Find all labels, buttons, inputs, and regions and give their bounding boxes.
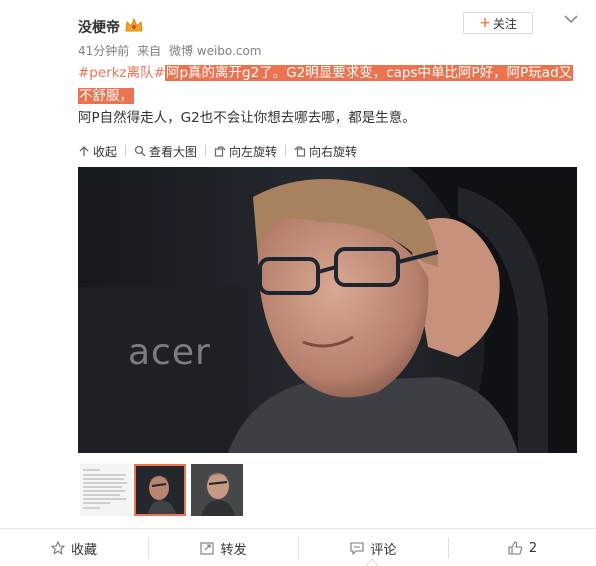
acer-watermark: acer <box>128 332 211 373</box>
plus-icon: + <box>479 15 491 31</box>
portrait-thumb <box>191 464 243 516</box>
portrait-thumb <box>136 466 184 514</box>
thumbnail-3[interactable] <box>191 464 243 516</box>
rotate-right-icon <box>294 146 306 157</box>
thumbnail-1[interactable] <box>80 464 132 516</box>
search-icon <box>134 145 146 157</box>
toolbar-divider <box>205 145 207 157</box>
star-icon <box>50 541 65 555</box>
post-source[interactable]: 微博 weibo.com <box>169 44 262 58</box>
rotate-right-label: 向右旋转 <box>309 144 358 159</box>
text-screenshot-thumb <box>80 464 132 516</box>
author-name[interactable]: 没梗帝 <box>78 17 120 37</box>
rotate-left-label: 向左旋转 <box>229 144 278 159</box>
forward-button[interactable]: 转发 <box>149 530 298 566</box>
chevron-down-icon[interactable] <box>563 12 579 26</box>
comment-label: 评论 <box>370 542 397 558</box>
collapse-icon <box>79 146 89 156</box>
collapse-button[interactable]: 收起 <box>78 143 117 160</box>
toolbar-divider <box>125 145 127 157</box>
follow-label: 关注 <box>492 16 517 31</box>
topic-link[interactable]: #perkz离队# <box>78 65 165 81</box>
follow-button[interactable]: + 关注 <box>463 12 533 34</box>
comment-icon <box>350 542 365 555</box>
thumbs-up-icon <box>508 541 523 555</box>
favorite-button[interactable]: 收藏 <box>0 530 148 566</box>
via-label: 来自 <box>137 44 162 58</box>
favorite-label: 收藏 <box>70 542 97 558</box>
thumbnail-2-selected[interactable] <box>134 464 186 516</box>
view-large-button[interactable]: 查看大图 <box>134 143 197 160</box>
rotate-right-button[interactable]: 向右旋转 <box>294 143 357 160</box>
rotate-left-button[interactable]: 向左旋转 <box>214 143 277 160</box>
like-count: 2 <box>528 540 538 556</box>
main-photo[interactable]: acer <box>78 167 577 453</box>
post-meta: 41分钟前 来自 微博 weibo.com <box>78 42 266 59</box>
media-toolbar: 收起 查看大图 向左旋转 向右旋转 <box>78 141 357 161</box>
rotate-left-icon <box>214 146 226 157</box>
photo-illustration <box>78 167 577 453</box>
like-button[interactable]: 2 <box>449 530 596 566</box>
post-time[interactable]: 41分钟前 <box>78 44 129 58</box>
forward-icon <box>200 542 215 555</box>
collapse-label: 收起 <box>93 144 118 159</box>
action-bar-divider <box>0 528 596 529</box>
toolbar-divider <box>285 145 287 157</box>
view-large-label: 查看大图 <box>149 144 198 159</box>
post-text: #perkz离队#阿p真的离开g2了。G2明显要求变，caps中单比阿P好，阿P… <box>78 62 583 108</box>
crown-badge-icon <box>125 17 143 32</box>
highlighted-text: 阿p真的离开g2了。G2明显要求变，caps中单比阿P好，阿P玩ad又 <box>164 65 574 81</box>
forward-label: 转发 <box>220 542 247 558</box>
post-text-line: 阿P自然得走人，G2也不会让你想去哪去哪，都是生意。 <box>78 110 416 126</box>
highlighted-text-cont: 不舒服， <box>78 88 134 104</box>
active-tab-caret-icon <box>366 558 378 566</box>
